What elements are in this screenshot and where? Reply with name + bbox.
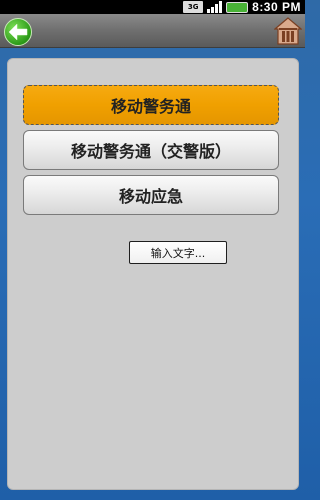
home-button[interactable]: [274, 16, 302, 46]
menu-item-mobile-police[interactable]: 移动警务通: [23, 85, 279, 125]
status-indicators: 3G 8:30 PM: [183, 0, 301, 14]
status-bar: 3G 8:30 PM: [0, 0, 305, 14]
title-bar: [0, 14, 305, 48]
network-type-label: 3G: [187, 3, 199, 11]
home-icon: [274, 17, 302, 45]
menu-item-mobile-police-traffic[interactable]: 移动警务通（交警版）: [23, 130, 279, 170]
signal-strength-icon: [207, 1, 223, 13]
network-type-icon: 3G: [183, 1, 204, 13]
back-arrow-icon: [8, 23, 28, 41]
back-button[interactable]: [4, 18, 32, 46]
input-text-button[interactable]: 输入文字...: [129, 241, 227, 264]
menu-item-mobile-emergency[interactable]: 移动应急: [23, 175, 279, 215]
battery-icon: [226, 1, 249, 13]
status-time: 8:30 PM: [252, 0, 301, 14]
content-panel: 移动警务通 移动警务通（交警版） 移动应急 输入文字...: [7, 58, 299, 490]
